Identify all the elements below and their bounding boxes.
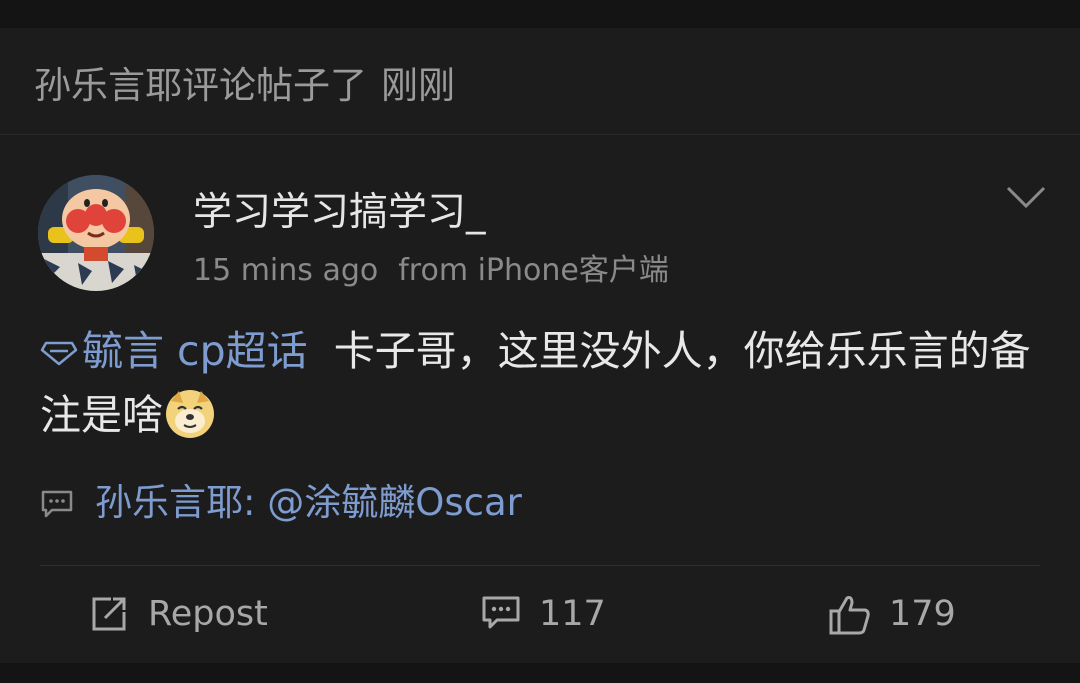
- bottom-strip: [0, 663, 1080, 683]
- top-status-strip: [0, 0, 1080, 28]
- doge-emoji-icon: [165, 389, 215, 439]
- like-count: 179: [889, 594, 956, 634]
- notification-line: 孙乐言耶评论帖子了 刚刚: [34, 62, 455, 110]
- chevron-down-icon[interactable]: [1004, 182, 1048, 212]
- author-name[interactable]: 学习学习搞学习_: [193, 188, 486, 238]
- comment-icon: [40, 489, 74, 519]
- reply-text: 孙乐言耶: @涂毓麟Oscar: [95, 475, 522, 531]
- notification-text: 孙乐言耶评论帖子了: [34, 64, 367, 107]
- weibo-post-page: 孙乐言耶评论帖子了 刚刚 学习学习搞学习_ 15 mins ago from i…: [0, 0, 1080, 683]
- diamond-icon: [40, 320, 78, 366]
- avatar-image: [38, 175, 154, 291]
- thumbs-up-icon: [829, 596, 870, 635]
- like-button[interactable]: 179: [828, 592, 958, 636]
- comment-icon: [482, 596, 520, 629]
- reply-author[interactable]: 孙乐言耶:: [95, 481, 255, 524]
- post-source: from iPhone客户端: [398, 253, 669, 288]
- avatar[interactable]: [38, 175, 154, 291]
- repost-label: Repost: [148, 594, 268, 634]
- post-meta: 15 mins ago from iPhone客户端: [193, 251, 669, 291]
- comment-notification[interactable]: 孙乐言耶评论帖子了 刚刚: [0, 28, 1080, 135]
- post-card: 学习学习搞学习_ 15 mins ago from iPhone客户端 毓言 cp…: [0, 135, 1080, 663]
- topic-label: 毓言 cp超话: [82, 327, 308, 375]
- topic-link[interactable]: 毓言 cp超话: [40, 327, 308, 375]
- action-bar: Repost 117 179: [0, 566, 1080, 663]
- repost-icon: [92, 597, 126, 631]
- post-content: 毓言 cp超话 卡子哥，这里没外人，你给乐乐言的备注是啥: [40, 319, 1040, 447]
- notification-time: 刚刚: [381, 64, 455, 107]
- comment-button[interactable]: 117: [481, 592, 606, 636]
- post-time: 15 mins ago: [193, 253, 379, 288]
- repost-button[interactable]: Repost: [89, 592, 279, 636]
- comment-count: 117: [539, 594, 606, 634]
- reply-mention[interactable]: @涂毓麟Oscar: [267, 481, 522, 524]
